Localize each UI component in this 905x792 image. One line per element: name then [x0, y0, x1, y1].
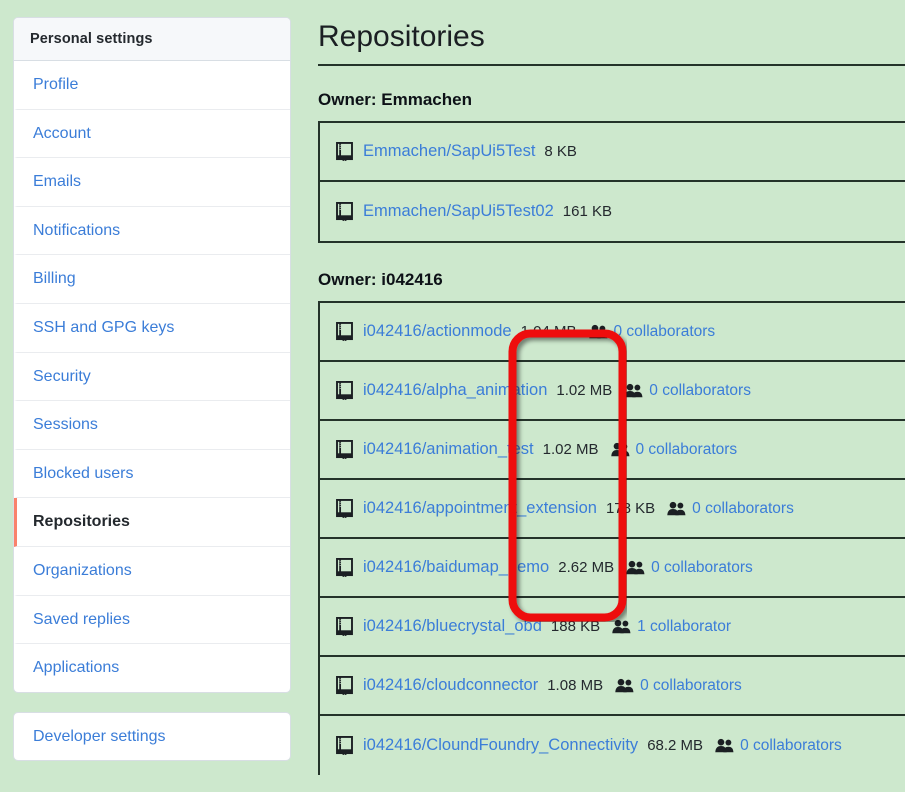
collaborators-link[interactable]: 0 collaborators	[651, 559, 753, 577]
repository-link[interactable]: i042416/cloudconnector	[363, 676, 538, 695]
repository-link[interactable]: i042416/baidumap_demo	[363, 558, 549, 577]
repository-link[interactable]: i042416/actionmode	[363, 322, 512, 341]
repo-book-icon	[336, 440, 353, 459]
repository-size: 161 KB	[563, 203, 612, 220]
people-icon	[624, 383, 643, 398]
repo-book-icon	[336, 558, 353, 577]
sidebar-item-notifications[interactable]: Notifications	[14, 207, 290, 256]
repository-link[interactable]: i042416/alpha_animation	[363, 381, 547, 400]
collaborators-link[interactable]: 1 collaborator	[637, 618, 731, 636]
repository-row[interactable]: i042416/alpha_animation 1.02 MB 0 collabor…	[320, 362, 905, 421]
repository-list: i042416/actionmode 1.04 MB 0 collaborators…	[318, 301, 905, 775]
personal-settings-card: Personal settings ProfileAccountEmailsNo…	[13, 17, 291, 693]
collaborators-link[interactable]: 0 collaborators	[640, 677, 742, 695]
collaborators-link[interactable]: 0 collaborators	[636, 441, 738, 459]
repository-size: 1.04 MB	[521, 323, 577, 340]
repository-size: 2.62 MB	[558, 559, 614, 576]
collaborators-link[interactable]: 0 collaborators	[740, 737, 842, 755]
repo-book-icon	[336, 381, 353, 400]
page-title: Repositories	[318, 20, 905, 64]
repository-size: 1.02 MB	[543, 441, 599, 458]
collaborators-link[interactable]: 0 collaborators	[649, 382, 751, 400]
owner-heading: Owner: Emmachen	[318, 90, 905, 110]
repository-row[interactable]: i042416/bluecrystal_obd 188 KB 1 collabora…	[320, 598, 905, 657]
repo-book-icon	[336, 499, 353, 518]
page-root: Personal settings ProfileAccountEmailsNo…	[0, 0, 905, 792]
collaborators-group[interactable]: 0 collaborators	[589, 323, 716, 341]
sidebar-item-sessions[interactable]: Sessions	[14, 401, 290, 450]
repository-size: 1.08 MB	[547, 677, 603, 694]
repository-row[interactable]: i042416/CloundFoundry_Connectivity 68.2 M…	[320, 716, 905, 775]
repository-link[interactable]: i042416/CloundFoundry_Connectivity	[363, 736, 638, 755]
repository-size: 8 KB	[544, 143, 577, 160]
sidebar-header: Personal settings	[14, 18, 290, 61]
repository-link[interactable]: Emmachen/SapUi5Test02	[363, 202, 554, 221]
people-icon	[589, 324, 608, 339]
settings-sidebar: Personal settings ProfileAccountEmailsNo…	[13, 17, 291, 761]
sidebar-item-profile[interactable]: Profile	[14, 61, 290, 110]
sidebar-item-ssh-and-gpg-keys[interactable]: SSH and GPG keys	[14, 304, 290, 353]
collaborators-group[interactable]: 0 collaborators	[715, 737, 842, 755]
repository-size: 188 KB	[551, 618, 600, 635]
repository-row[interactable]: Emmachen/SapUi5Test 8 KB	[320, 123, 905, 182]
sidebar-item-account[interactable]: Account	[14, 110, 290, 159]
people-icon	[626, 560, 645, 575]
developer-settings-card: Developer settings	[13, 712, 291, 762]
sidebar-item-emails[interactable]: Emails	[14, 158, 290, 207]
collaborators-group[interactable]: 0 collaborators	[626, 559, 753, 577]
repository-link[interactable]: Emmachen/SapUi5Test	[363, 142, 535, 161]
title-divider	[318, 64, 905, 66]
repository-row[interactable]: i042416/actionmode 1.04 MB 0 collaborators	[320, 303, 905, 362]
repository-list: Emmachen/SapUi5Test8 KBEmmachen/SapUi5Te…	[318, 121, 905, 243]
repository-link[interactable]: i042416/appointment_extension	[363, 499, 597, 518]
sidebar-item-billing[interactable]: Billing	[14, 255, 290, 304]
sidebar-item-saved-replies[interactable]: Saved replies	[14, 596, 290, 645]
sidebar-item-applications[interactable]: Applications	[14, 644, 290, 692]
repo-book-icon	[336, 142, 353, 161]
main-content: Repositories Owner: Emmachen Emmachen/Sap…	[318, 0, 905, 775]
repo-book-icon	[336, 736, 353, 755]
sidebar-item-blocked-users[interactable]: Blocked users	[14, 450, 290, 499]
repository-row[interactable]: i042416/cloudconnector 1.08 MB 0 collabora…	[320, 657, 905, 716]
repository-link[interactable]: i042416/bluecrystal_obd	[363, 617, 542, 636]
people-icon	[615, 678, 634, 693]
repository-size: 1.02 MB	[556, 382, 612, 399]
collaborators-group[interactable]: 0 collaborators	[667, 500, 794, 518]
people-icon	[715, 738, 734, 753]
repo-book-icon	[336, 676, 353, 695]
people-icon	[667, 501, 686, 516]
repo-book-icon	[336, 617, 353, 636]
repository-size: 178 KB	[606, 500, 655, 517]
repo-book-icon	[336, 202, 353, 221]
repository-link[interactable]: i042416/animation_test	[363, 440, 534, 459]
people-icon	[611, 442, 630, 457]
sidebar-item-repositories[interactable]: Repositories	[14, 498, 290, 547]
owner-heading: Owner: i042416	[318, 270, 905, 290]
repo-book-icon	[336, 322, 353, 341]
sidebar-item-security[interactable]: Security	[14, 353, 290, 402]
repository-size: 68.2 MB	[647, 737, 703, 754]
people-icon	[612, 619, 631, 634]
collaborators-group[interactable]: 0 collaborators	[611, 441, 738, 459]
repository-row[interactable]: i042416/animation_test 1.02 MB 0 collabora…	[320, 421, 905, 480]
collaborators-group[interactable]: 0 collaborators	[624, 382, 751, 400]
repository-row[interactable]: i042416/appointment_extension 178 KB 0 col…	[320, 480, 905, 539]
repository-row[interactable]: Emmachen/SapUi5Test02 161 KB	[320, 182, 905, 241]
collaborators-group[interactable]: 1 collaborator	[612, 618, 731, 636]
sidebar-item-organizations[interactable]: Organizations	[14, 547, 290, 596]
collaborators-link[interactable]: 0 collaborators	[614, 323, 716, 341]
collaborators-link[interactable]: 0 collaborators	[692, 500, 794, 518]
repository-row[interactable]: i042416/baidumap_demo 2.62 MB 0 collaborat…	[320, 539, 905, 598]
sidebar-item-developer-settings[interactable]: Developer settings	[14, 713, 290, 761]
collaborators-group[interactable]: 0 collaborators	[615, 677, 742, 695]
